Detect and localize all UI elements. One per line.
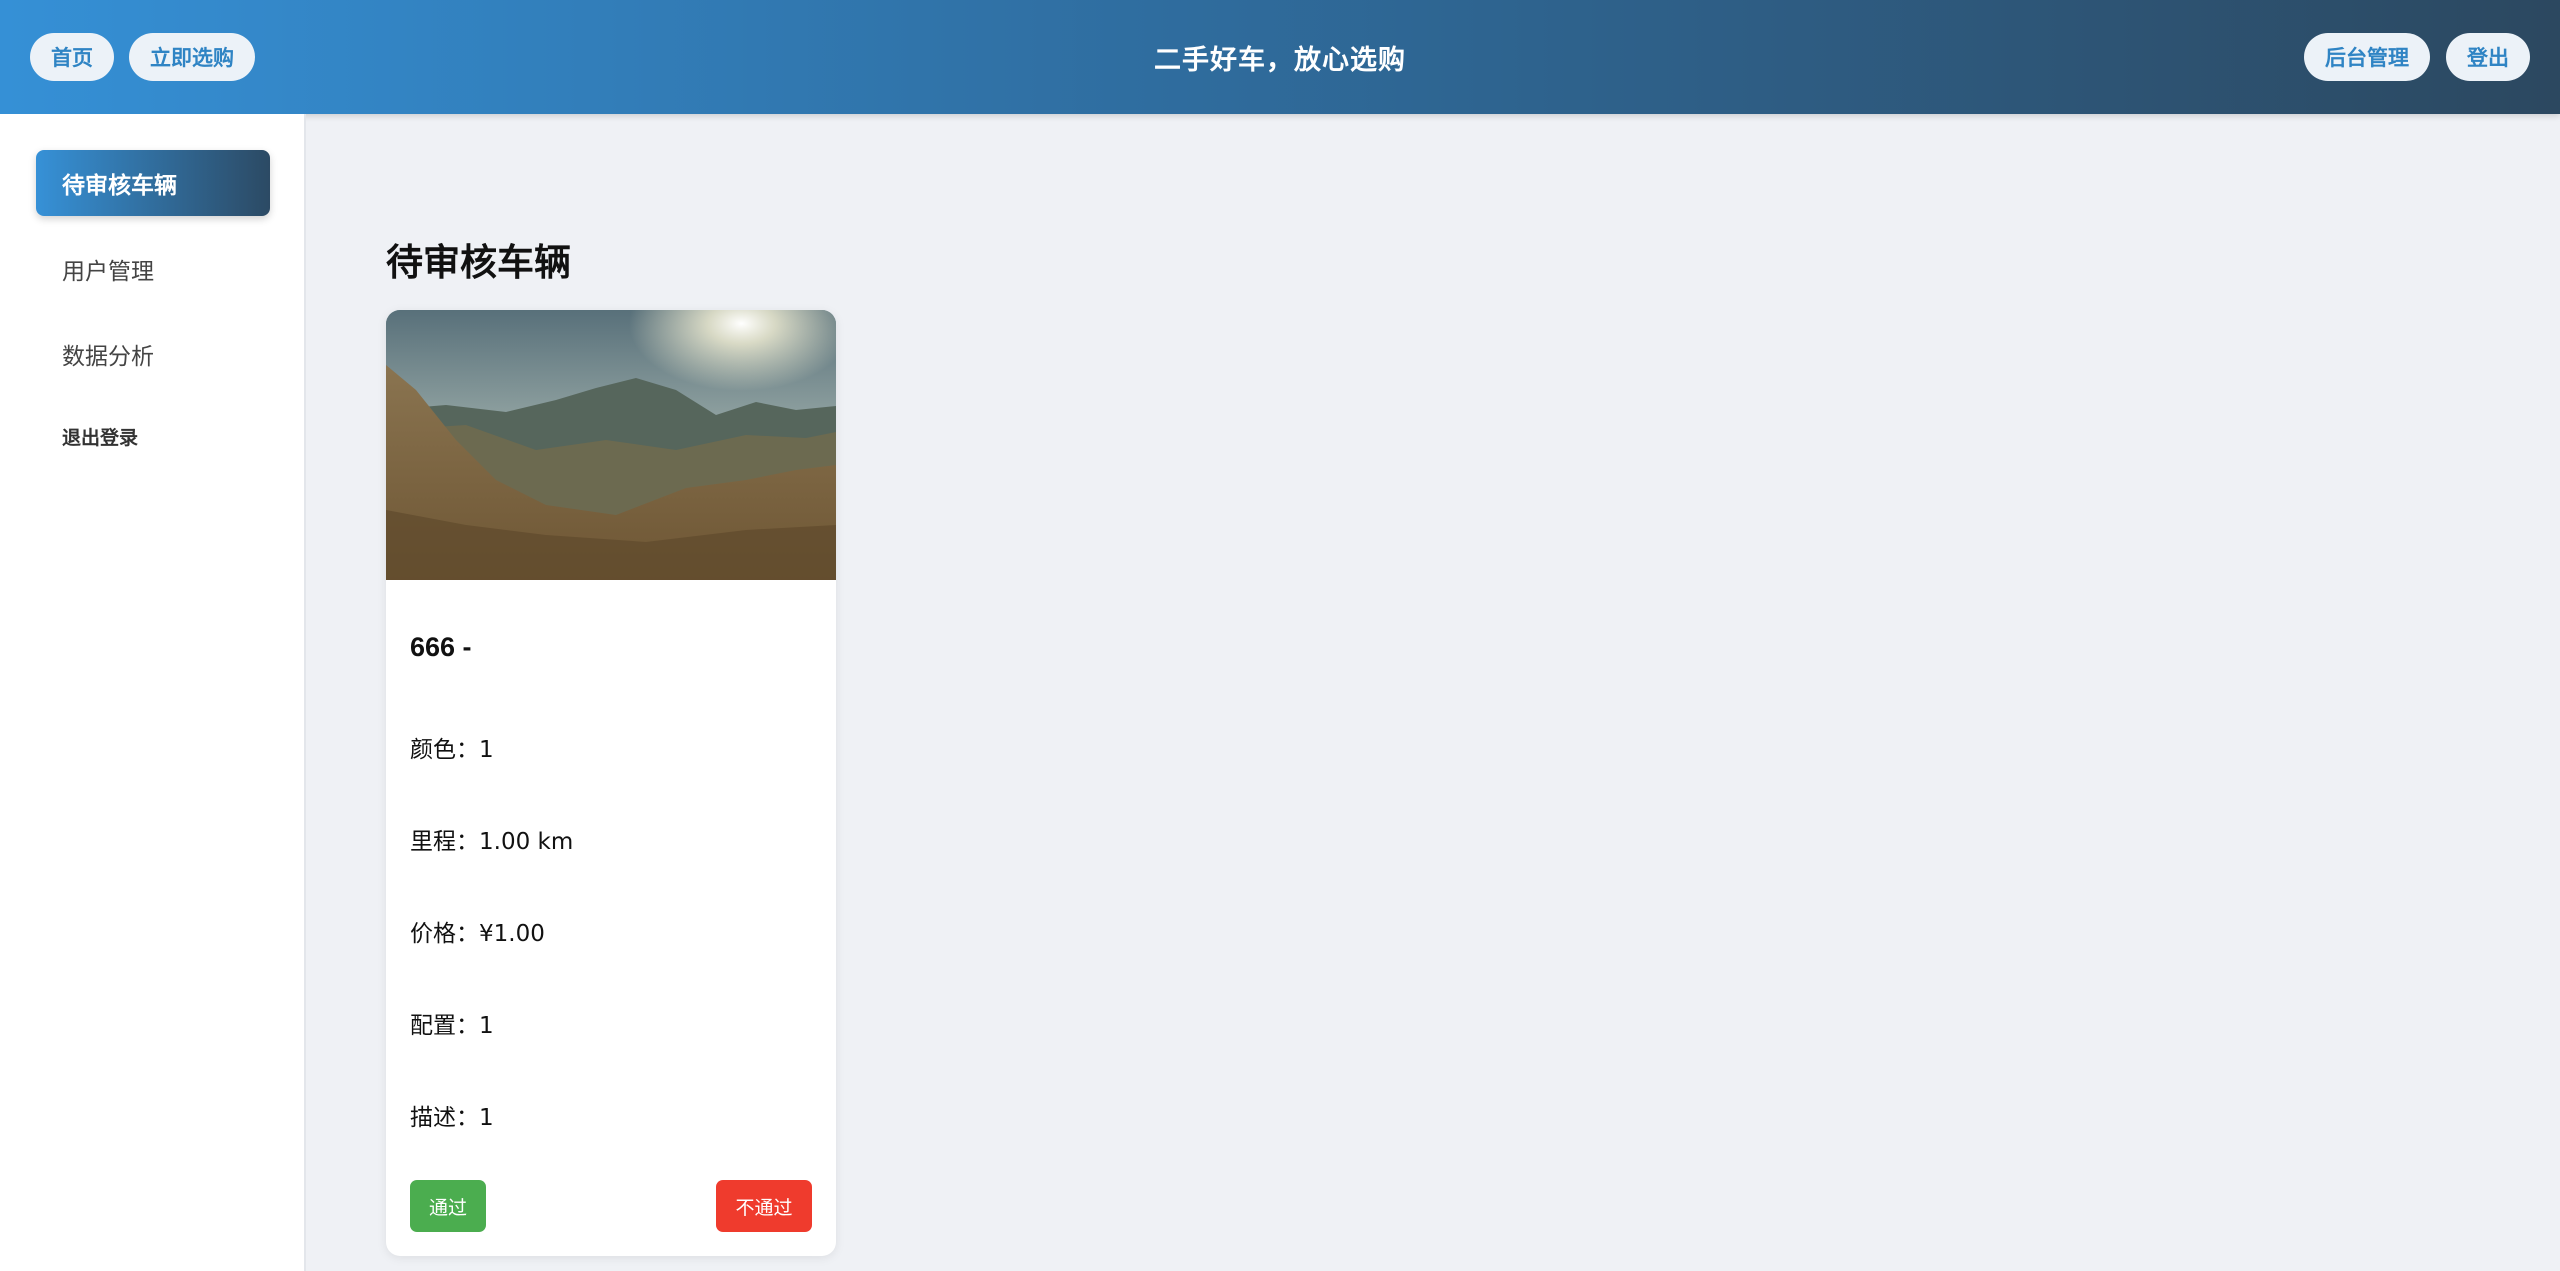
vehicle-mileage: 里程：1.00 km <box>410 829 574 855</box>
top-navbar: 首页 立即选购 二手好车，放心选购 后台管理 登出 <box>0 0 2560 114</box>
vehicle-title: 666 - <box>410 632 472 662</box>
logout-button[interactable]: 登出 <box>2446 33 2530 81</box>
vehicle-card: 666 - 颜色：1 里程：1.00 km 价格：¥1.00 配置：1 描述：1… <box>386 310 836 1256</box>
approve-button[interactable]: 通过 <box>410 1180 486 1232</box>
vehicle-price: 价格：¥1.00 <box>410 921 545 947</box>
vehicle-description: 描述：1 <box>410 1105 494 1131</box>
reject-button[interactable]: 不通过 <box>716 1180 812 1232</box>
sidebar-item-pending-vehicles[interactable]: 待审核车辆 <box>36 150 270 216</box>
admin-button[interactable]: 后台管理 <box>2304 33 2430 81</box>
sidebar-item-data-analysis[interactable]: 数据分析 <box>36 321 270 387</box>
site-title: 二手好车，放心选购 <box>1154 45 1406 76</box>
sidebar: 待审核车辆 用户管理 数据分析 退出登录 <box>0 114 306 1271</box>
vehicle-color: 颜色：1 <box>410 737 494 763</box>
sidebar-item-user-management[interactable]: 用户管理 <box>36 236 270 302</box>
vehicle-image <box>386 310 836 580</box>
sidebar-item-sign-out[interactable]: 退出登录 <box>36 403 270 469</box>
vehicle-config: 配置：1 <box>410 1013 494 1039</box>
page-title: 待审核车辆 <box>386 241 571 284</box>
